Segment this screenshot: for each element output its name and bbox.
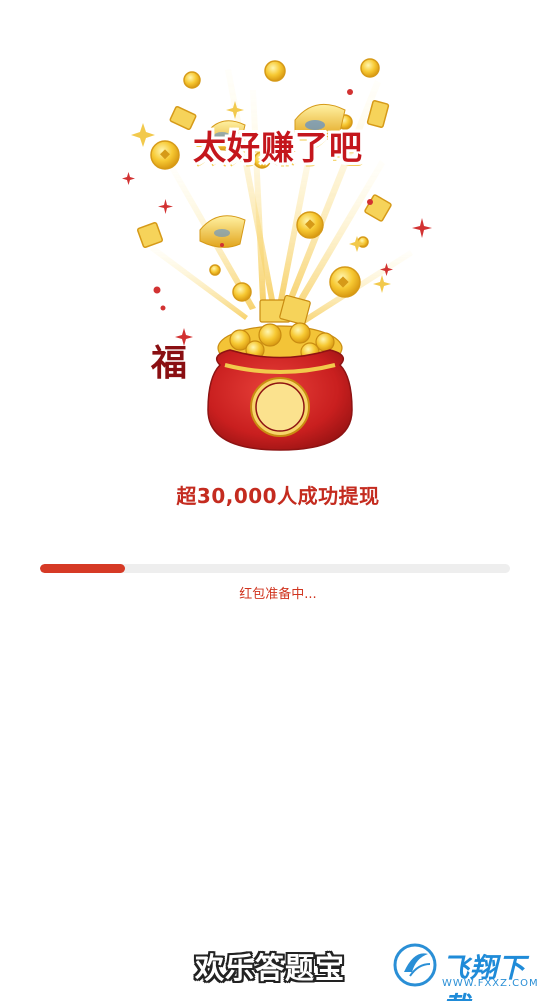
watermark-url: WWW.FXXZ.COM bbox=[442, 978, 539, 989]
watermark-text: 飞翔下载 bbox=[442, 953, 526, 1001]
site-watermark: 飞翔下载 WWW.FXXZ.COM bbox=[392, 940, 552, 1001]
app-name: 欢乐答题宝 bbox=[195, 951, 346, 985]
loading-progress-bar bbox=[40, 564, 510, 573]
hero-headline: 太好赚了吧 bbox=[193, 128, 363, 167]
lucky-money-bag-icon bbox=[110, 50, 450, 460]
withdraw-stats-text: 超30,000人成功提现 bbox=[176, 484, 380, 508]
fxxz-logo-icon bbox=[393, 943, 437, 987]
loading-progress-fill bbox=[40, 564, 125, 573]
loading-status-text: 红包准备中... bbox=[239, 587, 317, 602]
splash-screen: 太好赚了吧 福 超30,000人成功提现 红包准备中... 欢乐答题宝 飞翔下载… bbox=[0, 0, 556, 1001]
fu-emblem: 福 bbox=[150, 342, 187, 384]
